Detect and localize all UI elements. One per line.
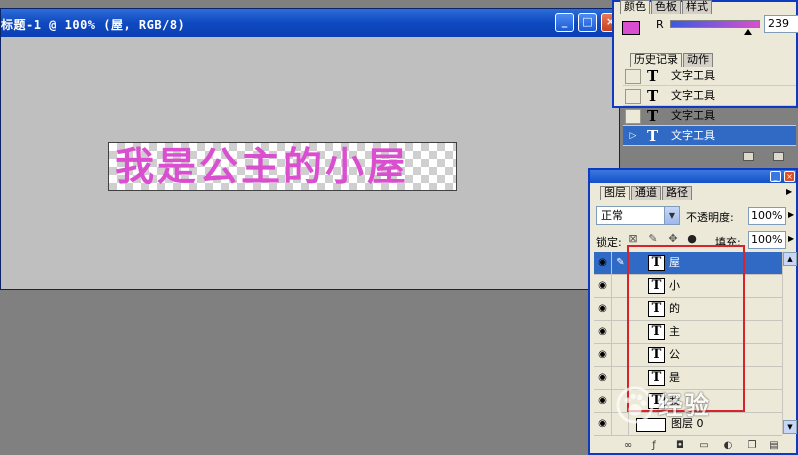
eye-icon[interactable]: ◉	[594, 252, 612, 274]
link-layers-icon[interactable]: ∞	[622, 440, 634, 451]
palette-close-icon[interactable]: ×	[784, 171, 795, 182]
blend-mode-select[interactable]: 正常 ▼	[596, 206, 680, 225]
fill-input[interactable]: 100%	[748, 231, 786, 249]
tab-styles[interactable]: 样式	[682, 0, 712, 14]
tab-swatches[interactable]: 色板	[651, 0, 681, 14]
history-tabs: 历史记录 动作	[630, 53, 714, 67]
history-item[interactable]: T 文字工具	[623, 106, 796, 126]
canvas[interactable]: 我是公主的小屋	[108, 142, 457, 191]
tab-history[interactable]: 历史记录	[630, 53, 682, 67]
opacity-input[interactable]: 100%	[748, 207, 786, 225]
lock-transparent-icon[interactable]: ⊠	[627, 233, 639, 245]
eye-icon[interactable]: ◉	[594, 367, 612, 389]
camera-icon[interactable]	[773, 152, 784, 161]
paw-logo-icon	[616, 386, 654, 424]
history-snapshot-box[interactable]	[625, 89, 641, 104]
eye-icon[interactable]: ◉	[594, 275, 612, 297]
document-window: 标题-1 @ 100% (屋, RGB/8) _ □ × 我是公主的小屋	[0, 8, 620, 290]
document-title: 标题-1 @ 100% (屋, RGB/8)	[1, 18, 186, 32]
trash-icon[interactable]: ▤	[768, 440, 780, 451]
text-tool-icon: T	[647, 87, 659, 105]
opacity-arrow-icon[interactable]: ▶	[788, 208, 798, 222]
text-tool-icon: T	[647, 67, 659, 85]
eye-icon[interactable]: ◉	[594, 390, 612, 412]
watermark-text: 经验	[658, 391, 711, 420]
watermark: 经验	[612, 380, 798, 428]
eye-icon[interactable]: ◉	[594, 344, 612, 366]
eye-icon[interactable]: ◉	[594, 413, 612, 435]
history-snapshot-box[interactable]	[625, 109, 641, 124]
opacity-label: 不透明度:	[686, 211, 734, 224]
history-item-label: 文字工具	[671, 69, 715, 82]
scroll-up-icon[interactable]: ▲	[783, 252, 797, 266]
history-item-label: 文字工具	[671, 89, 715, 102]
color-tabs: 颜色 色板 样式	[620, 0, 713, 14]
lock-all-icon[interactable]: ●	[686, 233, 698, 245]
lock-label: 锁定:	[596, 236, 622, 249]
palette-minimize-icon[interactable]: _	[770, 171, 781, 182]
red-channel-slider[interactable]	[670, 20, 760, 28]
tab-actions[interactable]: 动作	[683, 53, 713, 67]
history-item-selected[interactable]: ▷ T 文字工具	[623, 126, 796, 146]
channel-label: R	[656, 18, 664, 31]
text-tool-icon: T	[647, 107, 659, 125]
new-layer-icon[interactable]: ❐	[746, 440, 758, 451]
canvas-area: 我是公主的小屋	[1, 37, 619, 289]
tab-channels[interactable]: 通道	[631, 186, 661, 200]
document-title-bar[interactable]: 标题-1 @ 100% (屋, RGB/8) _ □ ×	[1, 9, 620, 37]
layer-tabs: 图层 通道 路径	[600, 186, 693, 200]
minimize-button[interactable]: _	[555, 13, 574, 32]
history-item[interactable]: T 文字工具	[623, 66, 796, 86]
tab-paths[interactable]: 路径	[662, 186, 692, 200]
adjustment-layer-icon[interactable]: ◐	[722, 440, 734, 451]
layers-footer: ∞ ƒ ◘ ▭ ◐ ❐ ▤	[590, 436, 796, 455]
fill-arrow-icon[interactable]: ▶	[788, 232, 798, 246]
history-item-label: 文字工具	[671, 129, 715, 142]
foreground-color-swatch[interactable]	[622, 21, 640, 35]
layer-style-icon[interactable]: ƒ	[648, 440, 660, 451]
slider-knob[interactable]	[744, 29, 752, 35]
red-channel-value[interactable]: 239	[764, 15, 798, 33]
lock-brush-icon[interactable]: ✎	[647, 233, 659, 245]
maximize-button[interactable]: □	[578, 13, 597, 32]
color-history-palette: 颜色 色板 样式 R 239 历史记录 动作 T 文字工具 T 文字工具 T 文…	[612, 0, 798, 161]
layers-palette-title-bar[interactable]: _ ×	[590, 170, 796, 183]
layer-set-icon[interactable]: ▭	[698, 440, 710, 451]
chevron-down-icon[interactable]: ▼	[664, 207, 679, 224]
new-document-icon[interactable]	[743, 152, 754, 161]
canvas-text: 我是公主的小屋	[115, 144, 410, 190]
blend-mode-value: 正常	[601, 209, 623, 222]
tab-color[interactable]: 颜色	[620, 0, 650, 14]
eye-icon[interactable]: ◉	[594, 298, 612, 320]
palette-menu-arrow-icon[interactable]: ▶	[786, 187, 792, 196]
eye-icon[interactable]: ◉	[594, 321, 612, 343]
tab-layers[interactable]: 图层	[600, 186, 630, 200]
history-state-pointer-icon[interactable]: ▷	[625, 129, 641, 144]
history-item-label: 文字工具	[671, 109, 715, 122]
history-snapshot-box[interactable]	[625, 69, 641, 84]
lock-move-icon[interactable]: ✥	[667, 233, 679, 245]
text-tool-icon: T	[647, 127, 659, 145]
history-footer	[623, 150, 796, 164]
history-item[interactable]: T 文字工具	[623, 86, 796, 106]
layer-mask-icon[interactable]: ◘	[674, 440, 686, 451]
history-list: T 文字工具 T 文字工具 T 文字工具 ▷ T 文字工具	[623, 66, 796, 156]
